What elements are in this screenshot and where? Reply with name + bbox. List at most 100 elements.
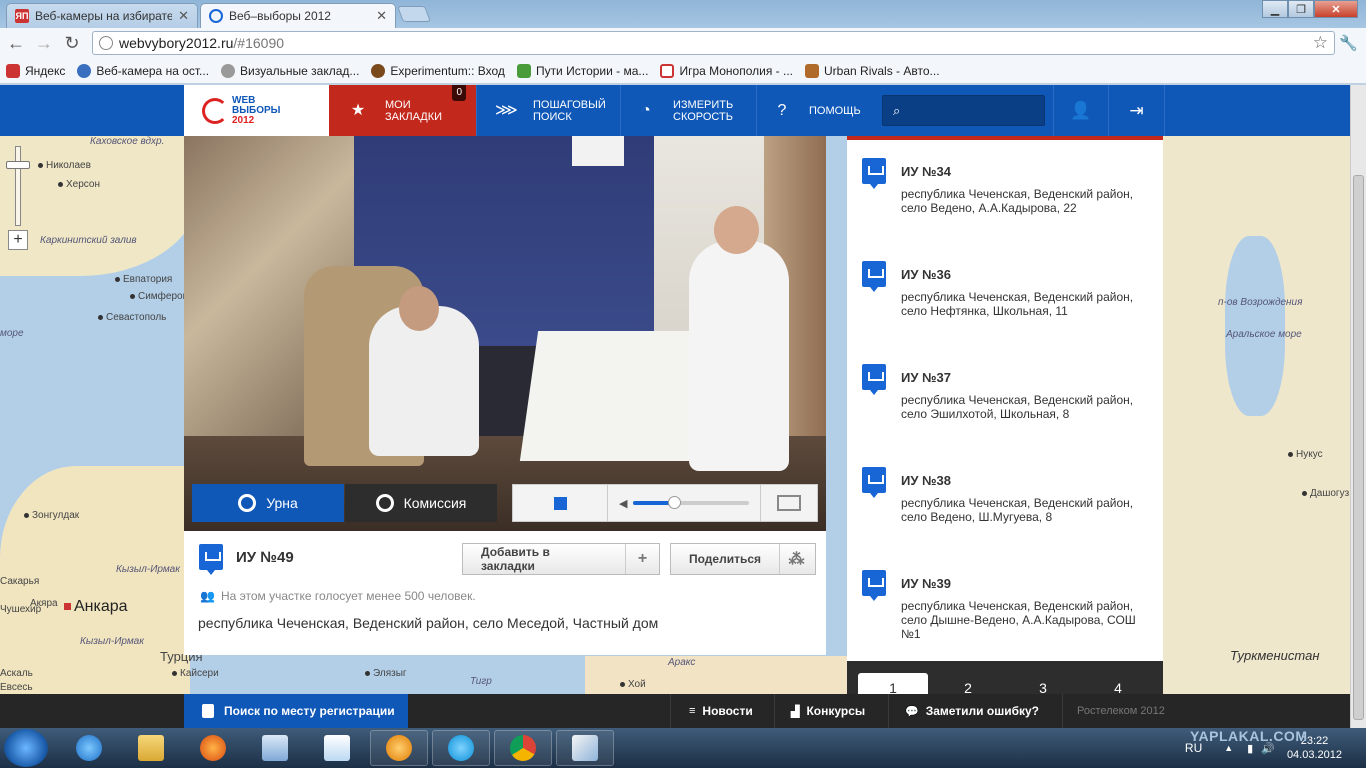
list-item[interactable]: ИУ №36 республика Чеченская, Веденский р… xyxy=(847,243,1163,343)
windows-start-icon[interactable] xyxy=(4,729,48,767)
document-icon xyxy=(202,704,214,718)
list-pagination: 1 2 3 4 xyxy=(847,661,1163,697)
user-account-icon[interactable]: 👤 xyxy=(1053,85,1109,136)
page-scrollbar[interactable] xyxy=(1350,85,1366,728)
taskbar-firefox[interactable] xyxy=(184,730,242,766)
list-item-title[interactable]: ИУ №36 xyxy=(901,267,951,282)
clock-date: 04.03.2012 xyxy=(1286,749,1342,761)
new-tab-button[interactable] xyxy=(397,6,431,22)
maximize-button[interactable]: ❐ xyxy=(1288,0,1314,18)
firefox-icon xyxy=(200,735,226,761)
video-scene xyxy=(572,136,624,166)
map-label: Сакарья xyxy=(0,576,40,587)
logout-icon[interactable]: ⇥ xyxy=(1109,85,1165,136)
video-scene xyxy=(399,286,439,331)
site-search-box[interactable]: ⌕ xyxy=(882,95,1045,126)
volume-knob[interactable] xyxy=(667,496,681,509)
ballot-box-icon xyxy=(862,261,886,292)
reload-icon[interactable]: ↻ xyxy=(62,33,82,53)
report-error-link[interactable]: 💬 Заметили ошибку? xyxy=(888,694,1062,728)
map-label: Кызыл-Ирмак xyxy=(116,564,180,575)
nav-my-bookmarks[interactable]: ★ МОИ ЗАКЛАДКИ 0 xyxy=(329,85,477,136)
stop-icon xyxy=(553,496,567,510)
taskbar-chrome[interactable] xyxy=(494,730,552,766)
bookmark-visual[interactable]: Визуальные заклад... xyxy=(221,63,360,78)
show-hidden-icons-icon[interactable]: ▲ xyxy=(1224,743,1233,753)
zoom-handle[interactable] xyxy=(6,161,30,169)
taskbar-mail[interactable] xyxy=(246,730,304,766)
tab-close-icon[interactable]: ✕ xyxy=(178,8,189,24)
logo-text: WEB ВЫБОРЫ 2012 xyxy=(232,95,280,126)
taskbar-ie-app[interactable] xyxy=(308,730,366,766)
button-label: Добавить в закладки xyxy=(481,545,550,573)
tab-webcams[interactable]: ЯП Веб-камеры на избирател ✕ xyxy=(6,3,198,28)
list-item-title[interactable]: ИУ №38 xyxy=(901,473,951,488)
search-by-registration-button[interactable]: Поиск по месту регистрации xyxy=(184,694,408,728)
list-item[interactable]: ИУ №38 республика Чеченская, Веденский р… xyxy=(847,449,1163,549)
bookmark-monopoly[interactable]: Игра Монополия - ... xyxy=(660,63,794,78)
list-item[interactable]: ИУ №39 республика Чеченская, Веденский р… xyxy=(847,552,1163,652)
globe-icon xyxy=(99,36,113,50)
site-logo[interactable]: WEB ВЫБОРЫ 2012 xyxy=(184,85,329,136)
back-arrow-icon[interactable]: ← xyxy=(6,33,26,53)
bookmark-label: Визуальные заклад... xyxy=(240,63,360,78)
bookmark-puti-istorii[interactable]: Пути Истории - ма... xyxy=(516,63,648,78)
zoom-in-button[interactable]: + xyxy=(8,230,28,250)
scrollbar-thumb[interactable] xyxy=(1353,175,1364,720)
camera-komissia-button[interactable]: Комиссия xyxy=(345,484,497,522)
nav-help[interactable]: ? ПОМОЩЬ xyxy=(757,85,877,136)
chart-icon: ▟ xyxy=(791,705,800,718)
list-item-address: республика Чеченская, Веденский район, с… xyxy=(901,187,1134,215)
tab-close-icon[interactable]: ✕ xyxy=(376,8,387,24)
contests-link[interactable]: ▟ Конкурсы xyxy=(774,694,886,728)
list-item-title[interactable]: ИУ №37 xyxy=(901,370,951,385)
volume-slider[interactable] xyxy=(633,496,749,509)
add-bookmark-button[interactable]: Добавить в закладки + xyxy=(462,543,660,575)
speaker-icon[interactable]: ◀ xyxy=(619,497,627,510)
bookmark-yandex[interactable]: Яндекс xyxy=(6,63,65,78)
browser-toolbar: ← → ↻ webvybory2012.ru/#16090 ☆ 🔧 xyxy=(0,28,1366,58)
video-scene xyxy=(714,206,759,254)
bookmark-label: Игра Монополия - ... xyxy=(679,63,794,78)
taskbar-explorer[interactable] xyxy=(122,730,180,766)
nav-step-search[interactable]: ⋙ ПОШАГОВЫЙ ПОИСК xyxy=(477,85,621,136)
zoom-track[interactable] xyxy=(15,146,21,226)
site-search-input[interactable] xyxy=(908,103,1029,118)
bookmark-webcam[interactable]: Веб-камера на ост... xyxy=(77,63,209,78)
fullscreen-button[interactable] xyxy=(760,485,817,521)
list-item-title[interactable]: ИУ №39 xyxy=(901,576,951,591)
bookmark-star-icon[interactable]: ☆ xyxy=(1313,33,1328,53)
close-button[interactable]: ✕ xyxy=(1314,0,1358,18)
mail-icon xyxy=(262,735,288,761)
wrench-icon[interactable]: 🔧 xyxy=(1339,34,1358,52)
news-link[interactable]: ≡ Новости xyxy=(670,694,770,728)
bookmarks-count-badge: 0 xyxy=(452,85,466,101)
browser-tab-strip: ЯП Веб-камеры на избирател ✕ Веб–выборы … xyxy=(0,0,1366,28)
news-icon: ≡ xyxy=(689,705,696,717)
nav-measure-speed[interactable]: ◔ ИЗМЕРИТЬ СКОРОСТЬ xyxy=(621,85,757,136)
taskbar-ie[interactable] xyxy=(60,730,118,766)
taskbar-at-mail[interactable] xyxy=(370,730,428,766)
list-item-title[interactable]: ИУ №34 xyxy=(901,164,951,179)
webcam-video[interactable]: Урна Комиссия ◀ xyxy=(184,136,826,531)
share-button[interactable]: Поделиться ⁂ xyxy=(670,543,816,575)
tab-webvybory[interactable]: Веб–выборы 2012 ✕ xyxy=(200,3,396,28)
taskbar-skype[interactable] xyxy=(432,730,490,766)
map-label: Хой xyxy=(620,679,646,690)
map-label: Нукус xyxy=(1288,449,1323,460)
list-item[interactable]: ИУ №34 республика Чеченская, Веденский р… xyxy=(847,140,1163,240)
bookmark-experimentum[interactable]: Experimentum:: Вход xyxy=(371,63,505,78)
webcam-icon xyxy=(375,494,394,512)
bookmark-urban-rivals[interactable]: Urban Rivals - Авто... xyxy=(805,63,940,78)
yandex-icon xyxy=(6,63,20,78)
minimize-button[interactable]: ▁ xyxy=(1262,0,1288,18)
stop-button[interactable] xyxy=(513,485,608,521)
watermark: YAPLAKAL.COM xyxy=(1190,728,1308,744)
address-bar[interactable]: webvybory2012.ru/#16090 ☆ xyxy=(92,31,1335,55)
taskbar-paint[interactable] xyxy=(556,730,614,766)
list-item[interactable]: ИУ №37 республика Чеченская, Веденский р… xyxy=(847,346,1163,446)
map-label: п-ов Возрождения xyxy=(1218,297,1303,308)
nav-label: ПОШАГОВЫЙ ПОИСК xyxy=(533,98,606,123)
forward-arrow-icon[interactable]: → xyxy=(34,33,54,53)
camera-urna-button[interactable]: Урна xyxy=(192,484,344,522)
